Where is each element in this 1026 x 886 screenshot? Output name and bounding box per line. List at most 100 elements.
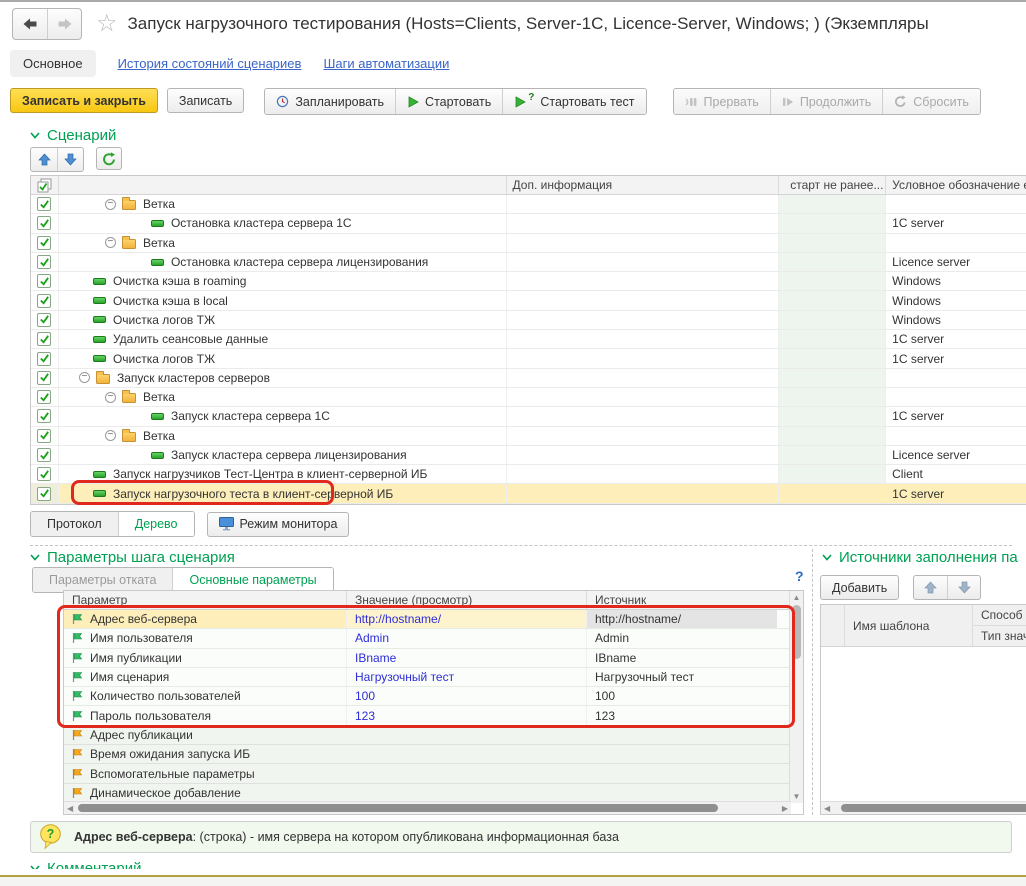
scenario-row[interactable]: Запуск нагрузчиков Тест-Центра в клиент-…	[31, 465, 1026, 484]
scenario-row[interactable]: Остановка кластера сервера 1С1C server	[31, 214, 1026, 233]
scenario-row[interactable]: −Ветка	[31, 427, 1026, 446]
param-value-link[interactable]: http://hostname/	[346, 610, 586, 628]
scenario-row-name[interactable]: −Запуск кластеров серверов	[58, 369, 506, 387]
monitor-mode-button[interactable]: Режим монитора	[207, 512, 350, 537]
move-down-button[interactable]	[947, 576, 980, 599]
add-button[interactable]: Добавить	[820, 575, 899, 600]
save-close-button[interactable]: Записать и закрыть	[10, 88, 158, 113]
scenario-row-name[interactable]: Очистка кэша в roaming	[58, 272, 506, 290]
param-source[interactable]: Нагрузочный тест	[586, 668, 777, 686]
row-enabled-checkbox[interactable]	[31, 407, 58, 425]
params-vertical-scrollbar[interactable]: ▲ ▼	[789, 591, 803, 803]
start-button[interactable]: Стартовать	[395, 89, 502, 114]
param-value-link[interactable]: 100	[346, 687, 586, 705]
scenario-row-name[interactable]: −Ветка	[58, 234, 506, 252]
scenario-row-name[interactable]: Запуск кластера сервера 1С	[58, 407, 506, 425]
scroll-down-icon[interactable]: ▼	[790, 792, 803, 801]
param-value-link[interactable]: IBname	[346, 649, 586, 667]
tab-main-params[interactable]: Основные параметры	[172, 568, 332, 592]
scenario-row-name[interactable]: −Ветка	[58, 388, 506, 406]
scenario-row-name[interactable]: Остановка кластера сервера 1С	[58, 214, 506, 232]
row-enabled-checkbox[interactable]	[31, 484, 58, 502]
param-row[interactable]: Имя сценарияНагрузочный тестНагрузочный …	[64, 668, 803, 687]
tab-main[interactable]: Основное	[10, 50, 96, 77]
scrollbar-thumb[interactable]	[78, 804, 718, 812]
scenario-row[interactable]: Очистка кэша в localWindows	[31, 291, 1026, 310]
row-enabled-checkbox[interactable]	[31, 253, 58, 271]
view-tree-button[interactable]: Дерево	[118, 512, 194, 536]
param-group-row[interactable]: Адрес публикации	[64, 726, 803, 745]
schedule-button[interactable]: Запланировать	[265, 89, 395, 114]
scenario-row-name[interactable]: Остановка кластера сервера лицензировани…	[58, 253, 506, 271]
refresh-button[interactable]	[96, 147, 122, 170]
scenario-section-header[interactable]: Сценарий	[30, 127, 116, 144]
scroll-left-icon[interactable]: ◀	[67, 804, 73, 813]
scroll-left-icon[interactable]: ◀	[824, 804, 830, 813]
view-protocol-button[interactable]: Протокол	[31, 512, 118, 536]
scenario-row[interactable]: Удалить сеансовые данные1C server	[31, 330, 1026, 349]
param-row[interactable]: Адрес веб-сервераhttp://hostname/http://…	[64, 610, 803, 629]
param-source[interactable]: Admin	[586, 629, 777, 647]
tab-scenario-history[interactable]: История состояний сценариев	[118, 56, 302, 71]
scroll-up-icon[interactable]: ▲	[790, 593, 803, 602]
sources-section-header[interactable]: Источники заполнения па	[822, 549, 1026, 566]
param-source[interactable]: http://hostname/	[586, 610, 777, 628]
start-test-button[interactable]: ? Стартовать тест	[502, 89, 645, 114]
collapse-minus-icon[interactable]: −	[105, 430, 116, 441]
move-down-button[interactable]	[57, 148, 83, 171]
row-enabled-checkbox[interactable]	[31, 311, 58, 329]
scenario-row-name[interactable]: −Ветка	[58, 195, 506, 213]
collapse-minus-icon[interactable]: −	[105, 199, 116, 210]
param-name[interactable]: Имя сценария	[64, 668, 346, 686]
param-source[interactable]: 123	[586, 706, 777, 724]
params-horizontal-scrollbar[interactable]: ◀ ▶	[64, 801, 791, 814]
scrollbar-thumb[interactable]	[792, 605, 801, 659]
row-enabled-checkbox[interactable]	[31, 388, 58, 406]
param-group-row[interactable]: Время ожидания запуска ИБ	[64, 745, 803, 764]
save-button[interactable]: Записать	[167, 88, 244, 113]
continue-button[interactable]: Продолжить	[770, 89, 882, 114]
param-source[interactable]: 100	[586, 687, 777, 705]
scenario-row-name[interactable]: Очистка логов ТЖ	[58, 311, 506, 329]
row-enabled-checkbox[interactable]	[31, 214, 58, 232]
row-enabled-checkbox[interactable]	[31, 195, 58, 213]
row-enabled-checkbox[interactable]	[31, 465, 58, 483]
param-value-link[interactable]: Нагрузочный тест	[346, 668, 586, 686]
back-button[interactable]	[13, 9, 47, 39]
forward-button[interactable]	[47, 9, 81, 39]
tab-rollback-params[interactable]: Параметры отката	[33, 568, 172, 592]
scenario-row[interactable]: −Ветка	[31, 195, 1026, 214]
scenario-row-name[interactable]: Очистка кэша в local	[58, 291, 506, 309]
param-row[interactable]: Имя публикацииIBnameIBname	[64, 649, 803, 668]
scenario-row[interactable]: Очистка логов ТЖWindows	[31, 311, 1026, 330]
param-name[interactable]: Имя пользователя	[64, 629, 346, 647]
row-enabled-checkbox[interactable]	[31, 330, 58, 348]
collapse-minus-icon[interactable]: −	[105, 392, 116, 403]
scenario-row[interactable]: Остановка кластера сервера лицензировани…	[31, 253, 1026, 272]
step-params-section-header[interactable]: Параметры шага сценария	[30, 549, 235, 566]
scenario-row[interactable]: −Ветка	[31, 388, 1026, 407]
favorite-star-icon[interactable]: ☆	[96, 12, 118, 36]
param-name[interactable]: Адрес веб-сервера	[64, 610, 346, 628]
scenario-row-name[interactable]: Запуск кластера сервера лицензирования	[58, 446, 506, 464]
move-up-button[interactable]	[914, 576, 947, 599]
param-name[interactable]: Количество пользователей	[64, 687, 346, 705]
param-row[interactable]: Имя пользователяAdminAdmin	[64, 629, 803, 648]
row-enabled-checkbox[interactable]	[31, 234, 58, 252]
bottom-section-header[interactable]: Комментарий	[30, 860, 330, 869]
param-name[interactable]: Имя публикации	[64, 649, 346, 667]
row-enabled-checkbox[interactable]	[31, 291, 58, 309]
scenario-row-name[interactable]: −Ветка	[58, 427, 506, 445]
select-all-icon[interactable]	[31, 176, 58, 194]
row-enabled-checkbox[interactable]	[31, 349, 58, 367]
param-group-row[interactable]: Вспомогательные параметры	[64, 764, 803, 783]
sources-horizontal-scrollbar[interactable]: ◀	[821, 801, 1026, 814]
param-row[interactable]: Пароль пользователя123123	[64, 706, 803, 725]
scenario-row[interactable]: Запуск нагрузочного теста в клиент-серве…	[31, 484, 1026, 503]
collapse-minus-icon[interactable]: −	[105, 237, 116, 248]
scenario-row[interactable]: Запуск кластера сервера 1С1C server	[31, 407, 1026, 426]
scenario-row[interactable]: Очистка кэша в roamingWindows	[31, 272, 1026, 291]
help-link[interactable]: ?	[795, 568, 804, 584]
row-enabled-checkbox[interactable]	[31, 446, 58, 464]
move-up-button[interactable]	[31, 148, 57, 171]
